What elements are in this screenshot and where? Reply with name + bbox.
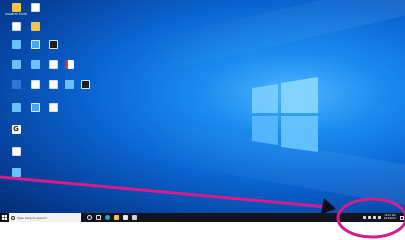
task-view-icon[interactable] [96, 215, 101, 220]
document-icon [11, 147, 21, 156]
desktop-icon[interactable] [24, 22, 46, 32]
desktop-icon[interactable] [74, 80, 96, 90]
terminal-icon [48, 40, 58, 49]
cortana-icon[interactable] [87, 215, 92, 220]
desktop-icon[interactable] [42, 103, 64, 113]
file-explorer-icon[interactable] [114, 215, 119, 220]
folder-icon [30, 22, 40, 31]
edge-icon[interactable] [105, 215, 110, 220]
app-icon [11, 3, 21, 12]
search-icon [11, 215, 15, 220]
taskbar-pinned-apps [87, 215, 137, 220]
document-icon [30, 3, 40, 12]
desktop[interactable]: GIGABYTE SYSTEM INFO [0, 0, 405, 222]
search-placeholder: Type here to search [17, 215, 47, 220]
windows-start-icon [2, 215, 7, 220]
desktop-icon[interactable] [42, 40, 64, 50]
computer-icon [30, 103, 40, 112]
desktop-icon-label: GIGABYTE SYSTEM INFO [5, 13, 27, 16]
clock-date: 1/14/2021 [383, 216, 396, 220]
computer-icon [30, 40, 40, 49]
desktop-icon[interactable] [5, 147, 27, 157]
logo-g-icon: G [11, 125, 21, 134]
document-icon [30, 80, 40, 89]
app-icon [11, 40, 21, 49]
taskbar-clock[interactable]: 10:21 AM 1/14/2021 [383, 214, 396, 221]
system-tray: 10:21 AM 1/14/2021 [362, 214, 405, 221]
desktop-icon[interactable]: G [5, 125, 27, 135]
pdf-icon [64, 60, 74, 69]
network-icon [11, 80, 21, 89]
mail-icon[interactable] [132, 215, 137, 220]
app-icon [30, 60, 40, 69]
document-icon [11, 22, 21, 31]
store-icon[interactable] [123, 215, 128, 220]
app-icon [64, 80, 74, 89]
document-icon [48, 80, 58, 89]
network-tray-icon[interactable] [367, 216, 371, 219]
app-icon [11, 60, 21, 69]
taskbar: Type here to search 10:21 AM 1/14/2021 [0, 213, 405, 222]
start-button[interactable] [0, 213, 9, 222]
notification-icon[interactable] [400, 215, 404, 220]
keyboard-icon[interactable] [377, 216, 381, 219]
document-icon [48, 103, 58, 112]
desktop-icon[interactable] [5, 168, 27, 178]
desktop-icon[interactable] [58, 60, 80, 70]
chevron-up-icon[interactable] [362, 216, 366, 219]
desktop-icon[interactable] [24, 3, 46, 13]
app-icon [11, 168, 21, 177]
app-icon [80, 80, 90, 89]
volume-icon[interactable] [372, 216, 376, 219]
document-icon [48, 60, 58, 69]
taskbar-search-box[interactable]: Type here to search [9, 213, 81, 222]
app-icon [11, 103, 21, 112]
